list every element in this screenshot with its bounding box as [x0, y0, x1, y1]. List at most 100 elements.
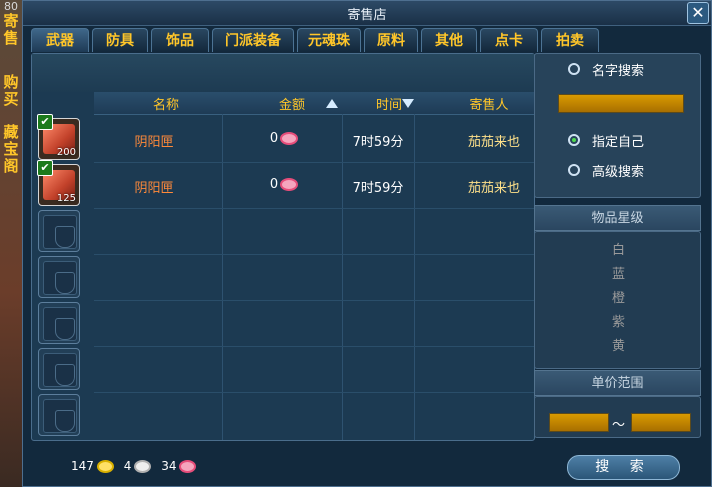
item-slot-empty[interactable] — [38, 302, 80, 344]
search-button[interactable]: 搜 索 — [567, 455, 680, 480]
tab-point-card[interactable]: 点卡 — [480, 28, 538, 52]
grade-purple[interactable]: 紫 — [535, 311, 702, 330]
grade-list: 白 蓝 橙 紫 黄 — [534, 231, 701, 369]
item-slot-empty[interactable] — [38, 256, 80, 298]
checkmark-icon: ✔ — [37, 160, 53, 176]
tab-material[interactable]: 原料 — [364, 28, 418, 52]
search-options-box: 名字搜索 指定自己 高级搜索 — [534, 53, 701, 198]
slot-frame — [43, 353, 77, 387]
item-quantity: 200 — [56, 147, 76, 158]
table-row-empty — [94, 254, 534, 301]
item-time: 7时59分 — [352, 135, 404, 150]
empty-slot-icon — [55, 410, 75, 432]
consignment-window: 寄售店 ✕ 武器 防具 饰品 门派装备 元魂珠 原料 其他 点卡 拍卖 名称 金… — [22, 0, 712, 487]
silver-amount: 4 — [123, 459, 132, 473]
side-tab-treasure-char3: 阁 — [3, 157, 19, 175]
sort-ascending-icon[interactable] — [326, 99, 338, 108]
item-seller: 茄茄来也 — [467, 135, 520, 150]
gold-coin-icon — [96, 460, 114, 473]
close-button[interactable]: ✕ — [687, 2, 709, 24]
item-slot[interactable]: ✔ 125 — [37, 160, 80, 206]
item-slot-empty[interactable] — [38, 394, 80, 436]
table-row-empty — [94, 300, 534, 347]
item-name: 阴阳匣 — [134, 135, 174, 150]
grade-yellow[interactable]: 黄 — [535, 335, 702, 354]
side-tab-buy[interactable]: 购 买 — [0, 74, 22, 108]
side-tab-treasure-char2: 宝 — [3, 140, 19, 158]
search-panel: 名字搜索 指定自己 高级搜索 物品星级 白 蓝 橙 紫 黄 单价范围 ～ — [534, 53, 701, 438]
tab-auction[interactable]: 拍卖 — [541, 28, 599, 52]
slot-frame — [43, 399, 77, 433]
advanced-search-label: 高级搜索 — [592, 165, 645, 180]
header-price[interactable]: 金额 — [262, 94, 322, 113]
empty-slot-icon — [55, 318, 75, 340]
silver-coin-icon — [134, 460, 152, 473]
slot-frame — [43, 307, 77, 341]
tab-accessory[interactable]: 饰品 — [151, 28, 209, 52]
item-price: 0 — [244, 177, 324, 192]
item-time: 7时59分 — [352, 181, 404, 196]
side-tab-bar: 80 寄 售 购 买 藏 宝 阁 — [0, 0, 22, 487]
pink-coin-icon — [280, 132, 299, 145]
item-quantity: 125 — [56, 193, 76, 204]
gold-amount: 147 — [71, 459, 94, 473]
pink-amount: 34 — [161, 459, 177, 473]
empty-slot-icon — [55, 364, 75, 386]
name-search-radio[interactable] — [568, 63, 580, 75]
table-row-empty — [94, 208, 534, 255]
tab-soul-bead[interactable]: 元魂珠 — [297, 28, 361, 52]
side-tab-buy-char2: 买 — [3, 90, 19, 108]
range-separator: ～ — [612, 418, 626, 433]
grade-title: 物品星级 — [534, 205, 701, 231]
grade-blue[interactable]: 蓝 — [535, 263, 702, 282]
slot-frame — [43, 261, 77, 295]
advanced-search-radio[interactable] — [568, 164, 580, 176]
listing-top-strip — [32, 54, 534, 92]
header-name[interactable]: 名称 — [136, 94, 196, 113]
self-radio[interactable] — [568, 134, 580, 146]
side-tab-treasure-char1: 藏 — [3, 123, 19, 141]
grade-orange[interactable]: 橙 — [535, 287, 702, 306]
item-price-value: 0 — [269, 131, 279, 146]
item-seller: 茄茄来也 — [467, 181, 520, 196]
empty-slot-icon — [55, 272, 75, 294]
max-price-input[interactable] — [631, 413, 691, 432]
side-tab-consign-char2: 售 — [3, 29, 19, 47]
tab-other[interactable]: 其他 — [421, 28, 477, 52]
side-tab-treasure[interactable]: 藏 宝 阁 — [0, 124, 22, 175]
title-bar: 寄售店 ✕ — [23, 1, 711, 26]
window-title: 寄售店 — [347, 8, 387, 23]
tab-sect-equipment[interactable]: 门派装备 — [212, 28, 294, 52]
sort-descending-icon[interactable] — [402, 99, 414, 108]
item-slot-empty[interactable] — [38, 210, 80, 252]
slot-frame — [43, 215, 77, 249]
table-row[interactable]: 阴阳匣 0 7时59分 茄茄来也 — [94, 116, 534, 163]
pink-coin-icon — [179, 460, 197, 473]
item-slot[interactable]: ✔ 200 — [37, 114, 80, 160]
table-row-empty — [94, 392, 534, 438]
table-row-empty — [94, 346, 534, 393]
header-seller[interactable]: 寄售人 — [454, 94, 524, 113]
table-row[interactable]: 阴阳匣 0 7时59分 茄茄来也 — [94, 162, 534, 209]
checkmark-icon: ✔ — [37, 114, 53, 130]
tab-armor[interactable]: 防具 — [92, 28, 148, 52]
side-tab-consign[interactable]: 寄 售 — [0, 13, 22, 47]
min-price-input[interactable] — [549, 413, 609, 432]
listing-header: 名称 金额 时间 寄售人 — [94, 92, 534, 115]
price-range-box: ～ — [534, 396, 701, 438]
name-search-label: 名字搜索 — [592, 64, 645, 79]
side-tab-buy-char1: 购 — [3, 73, 19, 91]
currency-bar: 147 4 34 — [71, 459, 202, 473]
tab-weapon[interactable]: 武器 — [31, 28, 89, 52]
item-price-value: 0 — [269, 177, 279, 192]
price-range-title: 单价范围 — [534, 370, 701, 396]
self-label: 指定自己 — [592, 135, 645, 150]
side-tab-consign-char1: 寄 — [3, 12, 19, 30]
item-slot-empty[interactable] — [38, 348, 80, 390]
name-search-input[interactable] — [558, 94, 684, 113]
grade-white[interactable]: 白 — [535, 239, 702, 258]
item-price: 0 — [244, 131, 324, 146]
empty-slot-icon — [55, 226, 75, 248]
pink-coin-icon — [280, 178, 299, 191]
item-name: 阴阳匣 — [134, 181, 174, 196]
